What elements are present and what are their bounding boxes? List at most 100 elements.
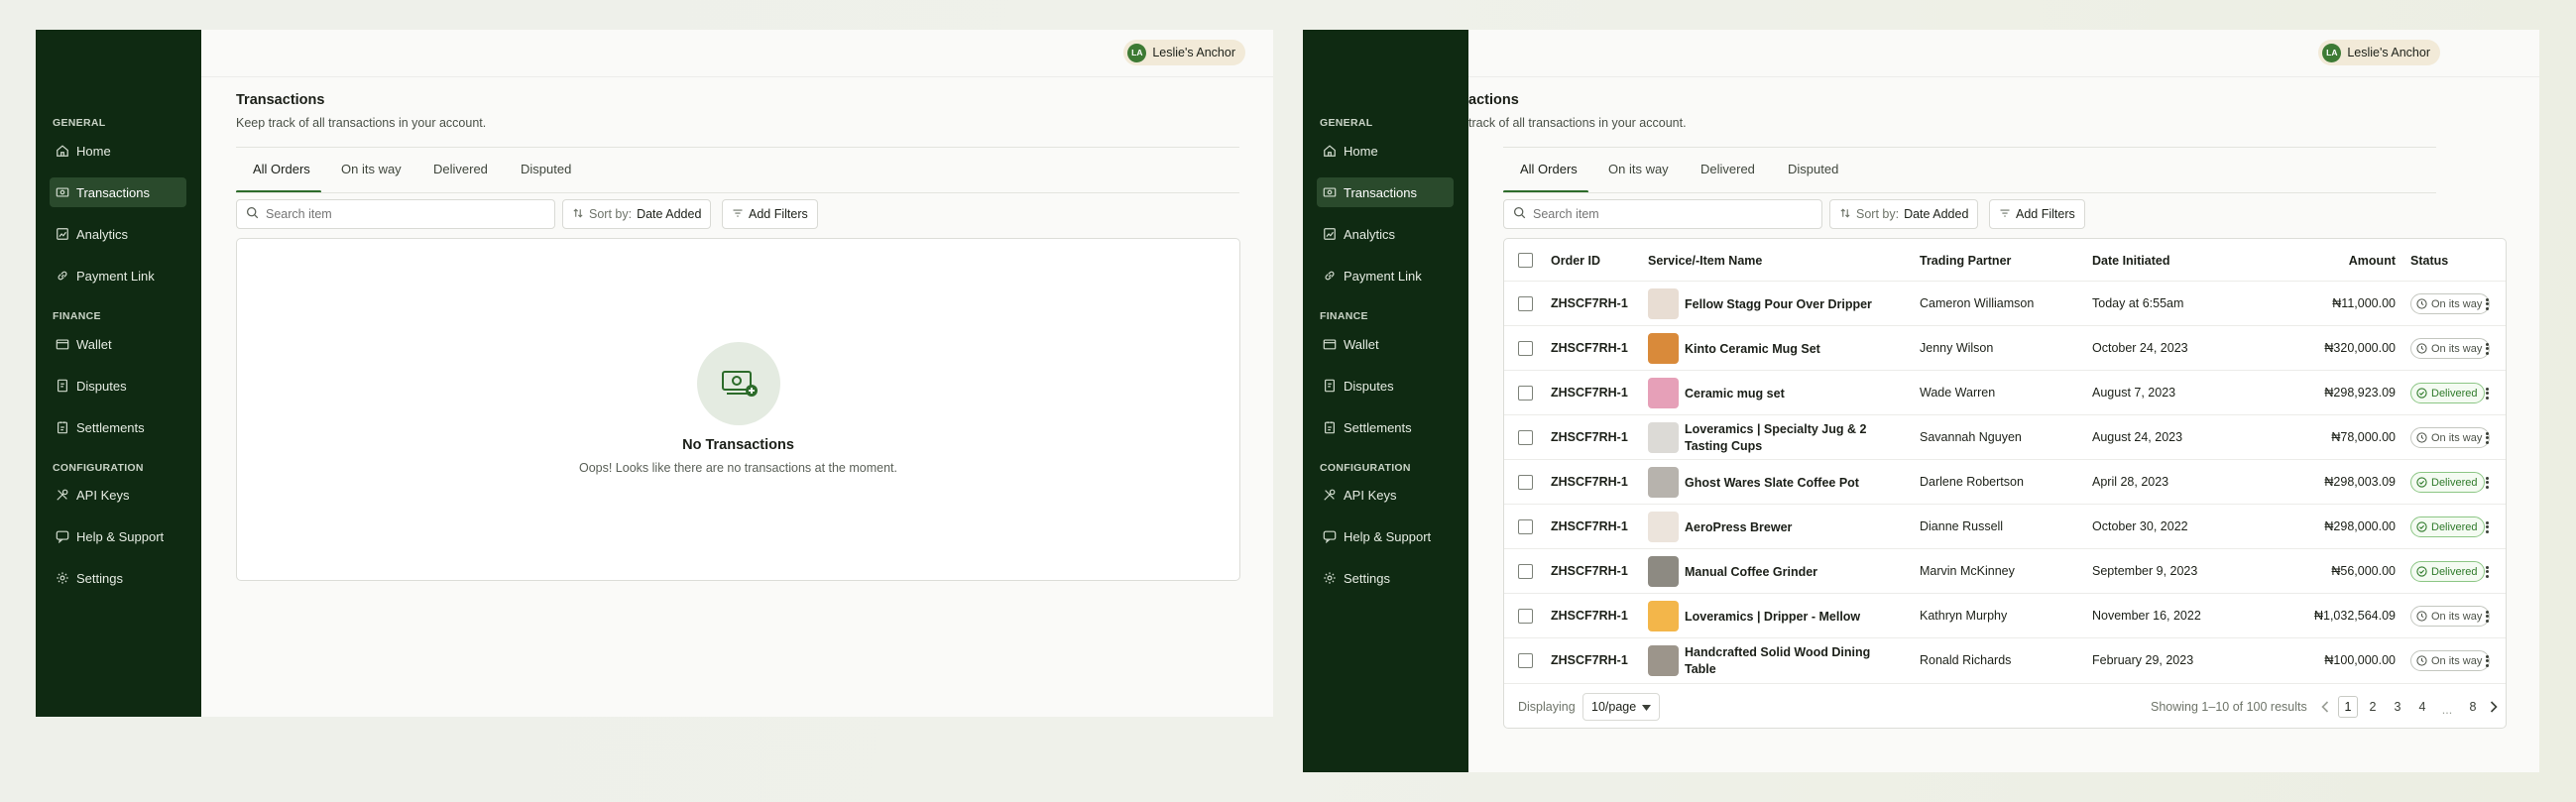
tab-disputed[interactable]: Disputed xyxy=(1788,162,1838,176)
order-id: ZHSCF7RH-1 xyxy=(1551,652,1628,667)
trading-partner: Jenny Wilson xyxy=(1920,340,1994,355)
table-row[interactable]: ZHSCF7RH-1 Manual Coffee Grinder Marvin Mc… xyxy=(1504,549,2506,594)
sidebar-item-settlements[interactable]: Settlements xyxy=(1317,412,1454,442)
add-filters-button[interactable]: Add Filters xyxy=(722,199,818,229)
tab-all-orders[interactable]: All Orders xyxy=(253,162,310,176)
sidebar-item-wallet[interactable]: Wallet xyxy=(50,329,186,359)
page-2-button[interactable]: 2 xyxy=(2363,696,2383,718)
sidebar-item-help-support[interactable]: Help & Support xyxy=(1317,521,1454,551)
tab-on-its-way[interactable]: On its way xyxy=(1608,162,1669,176)
sidebar-item-api-keys[interactable]: API Keys xyxy=(1317,480,1454,510)
row-checkbox[interactable] xyxy=(1518,652,1533,668)
search-field[interactable] xyxy=(266,207,514,221)
sidebar-item-disputes[interactable]: Disputes xyxy=(50,371,186,401)
table-row[interactable]: ZHSCF7RH-1 AeroPress Brewer Dianne Russell… xyxy=(1504,505,2506,549)
row-checkbox[interactable] xyxy=(1518,608,1533,624)
per-page-value: 10/page xyxy=(1591,700,1637,714)
search-field[interactable] xyxy=(1533,207,1781,221)
next-page-button[interactable] xyxy=(2484,696,2504,718)
row-more-icon[interactable] xyxy=(2482,653,2492,669)
sidebar-item-wallet[interactable]: Wallet xyxy=(1317,329,1454,359)
row-checkbox[interactable] xyxy=(1518,518,1533,534)
search-input[interactable] xyxy=(1503,199,1822,229)
sidebar-item-payment-link[interactable]: Payment Link xyxy=(1317,261,1454,290)
sidebar-item-analytics[interactable]: Analytics xyxy=(1317,219,1454,249)
tab-all-orders[interactable]: All Orders xyxy=(1520,162,1578,176)
sidebar-item-settlements[interactable]: Settlements xyxy=(50,412,186,442)
transactions-icon xyxy=(56,185,69,199)
page-1-button[interactable]: 1 xyxy=(2338,696,2358,718)
sidebar-item-transactions[interactable]: Transactions xyxy=(1317,177,1454,207)
section-label-finance: FINANCE xyxy=(1320,310,1368,322)
tab-delivered[interactable]: Delivered xyxy=(433,162,488,176)
row-more-icon[interactable] xyxy=(2482,475,2492,491)
row-checkbox[interactable] xyxy=(1518,563,1533,579)
column-header-order-id[interactable]: Order ID xyxy=(1551,254,1600,268)
row-checkbox[interactable] xyxy=(1518,295,1533,311)
per-page-select[interactable]: 10/page xyxy=(1582,693,1661,721)
sidebar-item-label: Help & Support xyxy=(1344,528,1432,544)
column-header-item-name[interactable]: Service/-Item Name xyxy=(1648,254,1762,268)
row-more-icon[interactable] xyxy=(2482,430,2492,446)
sidebar-item-analytics[interactable]: Analytics xyxy=(50,219,186,249)
sidebar-item-payment-link[interactable]: Payment Link xyxy=(50,261,186,290)
amount: ₦298,923.09 xyxy=(2324,385,2396,400)
table-row[interactable]: ZHSCF7RH-1 Ceramic mug set Wade Warren Augu… xyxy=(1504,371,2506,415)
order-id: ZHSCF7RH-1 xyxy=(1551,295,1628,310)
row-checkbox[interactable] xyxy=(1518,474,1533,490)
table-row[interactable]: ZHSCF7RH-1 Kinto Ceramic Mug Set Jenny Wil… xyxy=(1504,326,2506,371)
search-input[interactable] xyxy=(236,199,555,229)
sidebar-item-label: Analytics xyxy=(76,226,129,242)
row-more-icon[interactable] xyxy=(2482,609,2492,625)
table-row[interactable]: ZHSCF7RH-1 Handcrafted Solid Wood Dining … xyxy=(1504,638,2506,683)
sidebar-item-settings[interactable]: Settings xyxy=(1317,563,1454,593)
sidebar-item-help-support[interactable]: Help & Support xyxy=(50,521,186,551)
row-more-icon[interactable] xyxy=(2482,564,2492,580)
sort-button[interactable]: Sort by: Date Added xyxy=(1829,199,1979,229)
sidebar-item-api-keys[interactable]: API Keys xyxy=(50,480,186,510)
column-header-trading-partner[interactable]: Trading Partner xyxy=(1920,254,2011,268)
row-more-icon[interactable] xyxy=(2482,386,2492,401)
previous-page-button[interactable] xyxy=(2315,696,2335,718)
sidebar-item-label: API Keys xyxy=(1344,487,1397,503)
user-menu[interactable]: LA Leslie's Anchor xyxy=(2318,40,2440,65)
table-row[interactable]: ZHSCF7RH-1 Loveramics | Dripper - Mellow K… xyxy=(1504,594,2506,638)
sort-button[interactable]: Sort by: Date Added xyxy=(562,199,712,229)
row-checkbox[interactable] xyxy=(1518,340,1533,356)
footer-divider xyxy=(1504,683,2506,684)
table-row[interactable]: ZHSCF7RH-1 Ghost Wares Slate Coffee Pot Da… xyxy=(1504,460,2506,505)
amount: ₦298,000.00 xyxy=(2324,518,2396,533)
table-row[interactable]: ZHSCF7RH-1 Fellow Stagg Pour Over Dripper… xyxy=(1504,282,2506,326)
trading-partner: Dianne Russell xyxy=(1920,518,2004,533)
status-badge: Delivered xyxy=(2410,383,2486,403)
gear-icon xyxy=(56,571,69,585)
page-8-button[interactable]: 8 xyxy=(2463,696,2483,718)
row-more-icon[interactable] xyxy=(2482,519,2492,535)
user-name: Leslie's Anchor xyxy=(1152,46,1235,59)
column-header-amount[interactable]: Amount xyxy=(2291,254,2396,268)
row-more-icon[interactable] xyxy=(2482,296,2492,312)
tab-on-its-way[interactable]: On its way xyxy=(341,162,402,176)
row-checkbox[interactable] xyxy=(1518,429,1533,445)
empty-state-title: No Transactions xyxy=(682,437,794,453)
sidebar-item-home[interactable]: Home xyxy=(50,136,186,166)
row-more-icon[interactable] xyxy=(2482,341,2492,357)
row-checkbox[interactable] xyxy=(1518,385,1533,401)
tab-delivered[interactable]: Delivered xyxy=(1700,162,1755,176)
select-all-checkbox[interactable] xyxy=(1518,253,1533,268)
sidebar-item-home[interactable]: Home xyxy=(1317,136,1454,166)
sidebar-item-settings[interactable]: Settings xyxy=(50,563,186,593)
support-icon xyxy=(56,529,69,543)
sidebar-item-disputes[interactable]: Disputes xyxy=(1317,371,1454,401)
table-row[interactable]: ZHSCF7RH-1 Loveramics | Specialty Jug & 2… xyxy=(1504,415,2506,460)
column-header-status[interactable]: Status xyxy=(2410,254,2448,268)
page-3-button[interactable]: 3 xyxy=(2388,696,2407,718)
add-filters-button[interactable]: Add Filters xyxy=(1989,199,2085,229)
status-badge: On its way xyxy=(2410,606,2491,627)
page-4-button[interactable]: 4 xyxy=(2412,696,2432,718)
tab-disputed[interactable]: Disputed xyxy=(521,162,571,176)
column-header-date-initiated[interactable]: Date Initiated xyxy=(2092,254,2170,268)
check-circle-icon xyxy=(2416,388,2427,399)
user-menu[interactable]: LA Leslie's Anchor xyxy=(1123,40,1245,65)
sidebar-item-transactions[interactable]: Transactions xyxy=(50,177,186,207)
